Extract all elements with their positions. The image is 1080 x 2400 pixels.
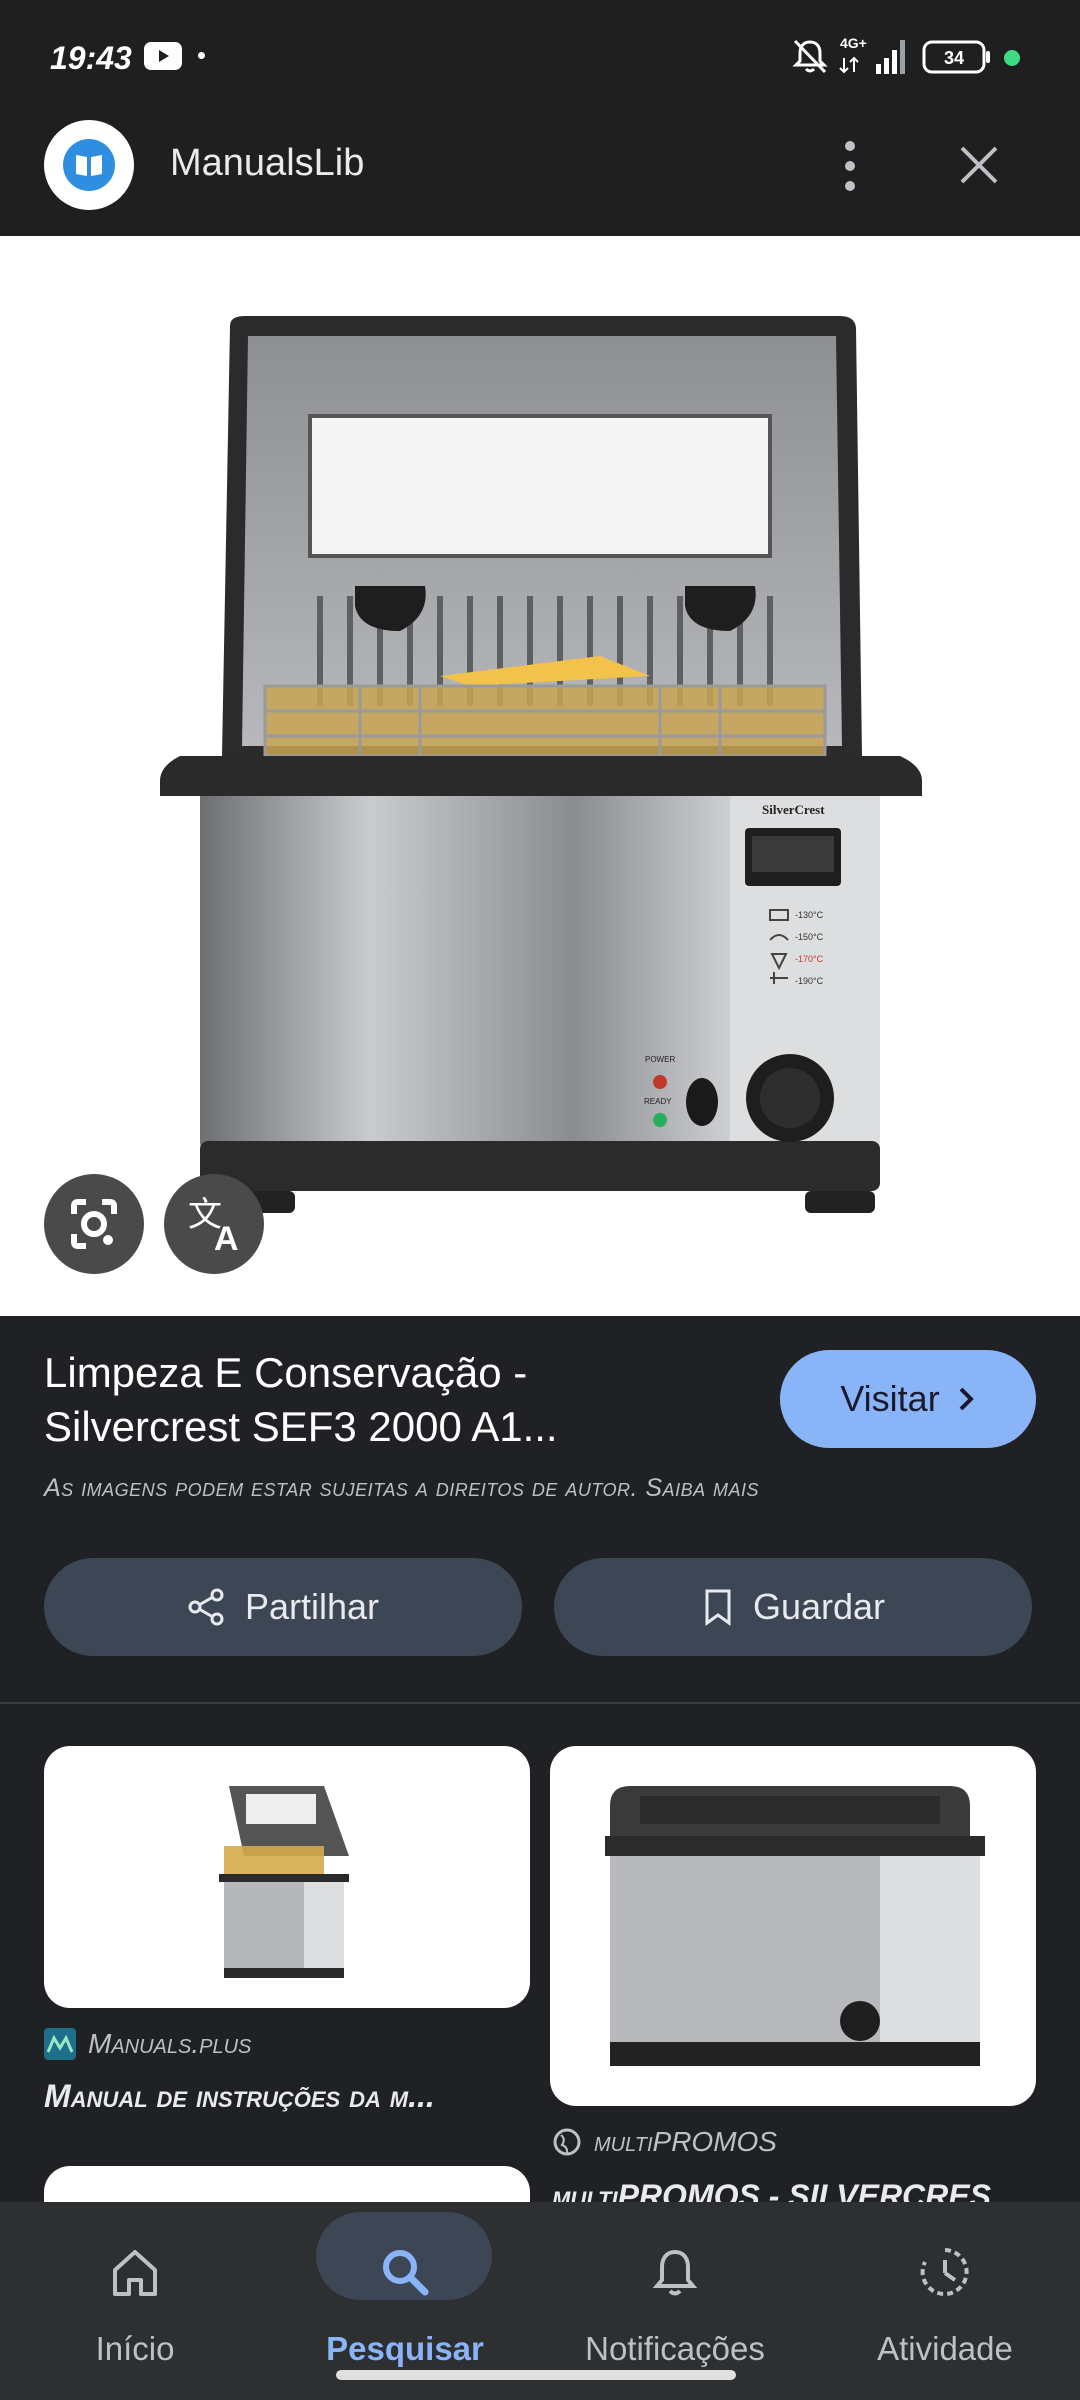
home-icon	[113, 2250, 157, 2296]
nav-activity-label: Atividade	[877, 2330, 1013, 2367]
book-icon	[76, 155, 102, 176]
youtube-notification-icon	[144, 42, 182, 70]
temp-label-4: -190°C	[795, 976, 824, 986]
svg-text:A: A	[214, 1220, 239, 1258]
search-icon	[383, 2250, 429, 2296]
fryer-thumbnail-2	[605, 1786, 985, 2066]
manualslib-logo[interactable]	[44, 120, 134, 210]
battery-level: 34	[944, 48, 964, 68]
fryer-thumbnail	[219, 1786, 349, 1978]
manuals-plus-logo-icon	[44, 2028, 76, 2060]
fryer-brand-label: SilverCrest	[762, 802, 825, 817]
result-image[interactable]: SilverCrest -130°C -150°C -170°C -190°C …	[0, 236, 1080, 1316]
bell-icon	[652, 2249, 698, 2296]
temp-label-1: -130°C	[795, 910, 824, 920]
temp-label-2: -150°C	[795, 932, 824, 942]
nav-activity[interactable]: Atividade	[810, 2202, 1080, 2400]
bookmark-icon	[705, 1589, 731, 1626]
copyright-notice[interactable]: As imagens podem estar sujeitas a direit…	[44, 1474, 759, 1503]
privacy-indicator-dot	[1004, 50, 1020, 66]
nav-search-label: Pesquisar	[326, 2330, 484, 2367]
more-options-icon[interactable]	[830, 138, 870, 194]
nav-home-label: Início	[95, 2330, 175, 2367]
chevron-right-icon	[959, 1387, 974, 1411]
temp-label-3: -170°C	[795, 954, 824, 964]
status-time: 19:43	[50, 40, 132, 76]
power-label: POWER	[645, 1055, 675, 1064]
bell-muted-icon	[792, 39, 828, 74]
translate-icon: 文 A	[188, 1195, 239, 1258]
globe-icon	[553, 2128, 581, 2156]
related-image-1[interactable]	[44, 1746, 530, 2008]
google-lens-button[interactable]	[44, 1174, 144, 1274]
activity-icon	[920, 2248, 969, 2296]
nav-home[interactable]: Início	[0, 2202, 270, 2400]
share-button[interactable]: Partilhar	[44, 1558, 522, 1656]
related-image-2[interactable]	[550, 1746, 1036, 2106]
home-indicator[interactable]	[336, 2370, 736, 2380]
notification-dot-icon	[198, 52, 205, 59]
deep-fryer-image: SilverCrest -130°C -150°C -170°C -190°C …	[160, 316, 922, 1213]
related-source-1[interactable]: Manuals.plus	[44, 2028, 251, 2060]
share-icon	[188, 1588, 224, 1626]
translate-button[interactable]: 文 A	[164, 1174, 264, 1274]
nav-notifications-label: Notificações	[585, 2330, 765, 2367]
save-label: Guardar	[752, 1586, 886, 1627]
status-bar: 19:43 4G+ 34	[0, 0, 1080, 98]
share-label: Partilhar	[244, 1586, 380, 1627]
close-icon[interactable]	[954, 140, 1004, 190]
battery-icon: 34	[922, 40, 990, 74]
divider	[0, 1702, 1080, 1704]
result-title[interactable]: Limpeza E Conservação - Silvercrest SEF3…	[44, 1346, 744, 1454]
visit-label: Visitar	[840, 1378, 940, 1419]
network-type-label: 4G+	[840, 35, 867, 51]
related-title-2[interactable]: multiPROMOS - SILVERCRES...	[552, 2178, 1032, 2204]
ready-label: READY	[644, 1097, 672, 1106]
page-title: ManualsLib	[170, 142, 365, 184]
lens-icon	[71, 1199, 117, 1249]
related-title-1[interactable]: Manual de instruções da m...	[44, 2078, 524, 2115]
app-header: ManualsLib	[0, 98, 1080, 236]
visit-button[interactable]: Visitar	[780, 1350, 1036, 1448]
save-button[interactable]: Guardar	[554, 1558, 1032, 1656]
signal-icon: 4G+	[839, 35, 905, 74]
related-source-2[interactable]: multiPROMOS	[552, 2126, 777, 2158]
